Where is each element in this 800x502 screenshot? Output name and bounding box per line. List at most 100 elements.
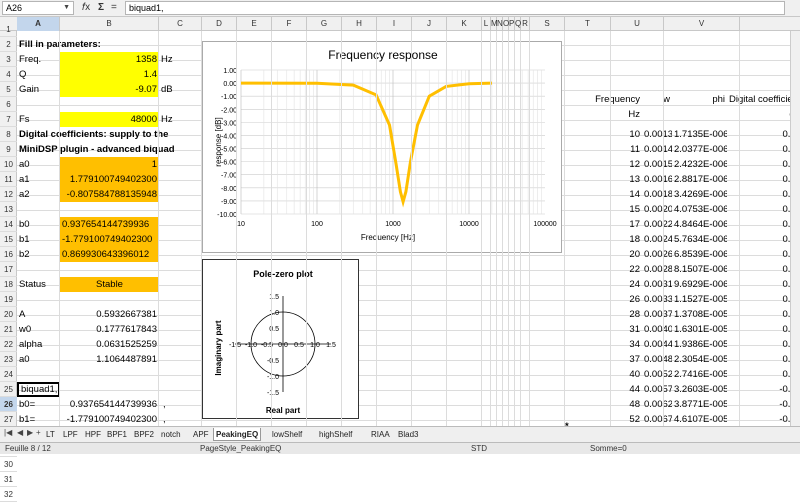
col-header-c[interactable]: C bbox=[159, 17, 202, 31]
table-cell[interactable]: 2.3054E-005 bbox=[672, 352, 727, 367]
row-header-2[interactable]: 2 bbox=[0, 37, 17, 52]
col-header-h[interactable]: H bbox=[342, 17, 377, 31]
table-cell[interactable]: 3.2603E-005 bbox=[672, 382, 727, 397]
a0b-value[interactable]: 1.1064487891 bbox=[60, 352, 159, 367]
row-header-5[interactable]: 5 bbox=[0, 82, 17, 97]
table-cell[interactable]: 0.00679 bbox=[642, 412, 672, 426]
sheet-tab-bpf2[interactable]: BPF2 bbox=[132, 428, 156, 441]
A-value[interactable]: 0.5932667381 bbox=[60, 307, 159, 322]
row-header-21[interactable]: 21 bbox=[0, 322, 17, 337]
row-header-15[interactable]: 15 bbox=[0, 232, 17, 247]
table-cell[interactable]: 2.4232E-006 bbox=[672, 157, 727, 172]
table-cell[interactable]: 0.002019 bbox=[642, 202, 672, 217]
output-value[interactable]: 0.937654144739936 bbox=[60, 397, 159, 412]
table-cell[interactable]: 9.6929E-006 bbox=[672, 277, 727, 292]
table-cell[interactable]: 14 bbox=[558, 187, 642, 202]
table-cell[interactable]: 0.001557 bbox=[642, 157, 672, 172]
row-header-11[interactable]: 11 bbox=[0, 172, 17, 187]
table-cell[interactable]: 0.00571 bbox=[642, 382, 672, 397]
table-cell[interactable]: 44 bbox=[558, 382, 642, 397]
row-header-24[interactable]: 24 bbox=[0, 367, 17, 382]
sheet-tab-lowshelf[interactable]: lowShelf bbox=[270, 428, 304, 441]
table-cell[interactable]: 2.0377E-006 bbox=[672, 142, 727, 157]
b0-value[interactable]: 0.937654144739936 bbox=[60, 217, 159, 232]
table-cell[interactable]: 1.1527E-005 bbox=[672, 292, 727, 307]
table-cell[interactable]: 13 bbox=[558, 172, 642, 187]
first-sheet-icon[interactable]: |◀ bbox=[4, 428, 12, 437]
table-cell[interactable]: 4.6107E-005 bbox=[672, 412, 727, 426]
row-header-27[interactable]: 27 bbox=[0, 412, 17, 427]
table-cell[interactable]: 34 bbox=[558, 337, 642, 352]
add-sheet-icon[interactable]: + bbox=[36, 428, 41, 437]
col-header-u[interactable]: U bbox=[611, 17, 664, 31]
sheet-tab-peakingeq[interactable]: PeakingEQ bbox=[213, 428, 262, 441]
table-cell[interactable]: 4.0753E-006 bbox=[672, 202, 727, 217]
table-cell[interactable]: 2.8817E-006 bbox=[672, 172, 727, 187]
table-cell[interactable]: 6.8539E-006 bbox=[672, 247, 727, 262]
next-sheet-icon[interactable]: ▶ bbox=[27, 428, 33, 437]
table-cell[interactable]: 0.004037 bbox=[642, 322, 672, 337]
active-cell[interactable]: biquad1, bbox=[17, 382, 60, 397]
col-header-i[interactable]: I bbox=[377, 17, 412, 31]
row-header-10[interactable]: 10 bbox=[0, 157, 17, 172]
a1-value[interactable]: 1.779100749402300 bbox=[60, 172, 159, 187]
row-header-19[interactable]: 19 bbox=[0, 292, 17, 307]
sheet-tab-lt[interactable]: LT bbox=[44, 428, 57, 441]
function-wizard-icon[interactable]: 𝑓x bbox=[82, 1, 90, 15]
col-header-l[interactable]: L bbox=[482, 17, 491, 31]
col-header-b[interactable]: B bbox=[60, 17, 159, 31]
pole-zero-chart[interactable]: Pole-zero plot Real part Imaginary part … bbox=[202, 259, 359, 419]
row-header-16[interactable]: 16 bbox=[0, 247, 17, 262]
name-box[interactable]: A26 ▼ bbox=[2, 1, 74, 15]
table-cell[interactable]: 12 bbox=[558, 157, 642, 172]
sheet-tab-bpf1[interactable]: BPF1 bbox=[105, 428, 129, 441]
vertical-scrollbar[interactable] bbox=[790, 31, 800, 426]
a0-value[interactable]: 1 bbox=[60, 157, 159, 172]
row-header-4[interactable]: 4 bbox=[0, 67, 17, 82]
table-cell[interactable]: 48 bbox=[558, 397, 642, 412]
gain-value[interactable]: -9.07 bbox=[60, 82, 159, 97]
row-header-20[interactable]: 20 bbox=[0, 307, 17, 322]
table-cell[interactable]: 24 bbox=[558, 277, 642, 292]
col-header-j[interactable]: J bbox=[412, 17, 447, 31]
row-header-18[interactable]: 18 bbox=[0, 277, 17, 292]
row-header-6[interactable]: 6 bbox=[0, 97, 17, 112]
b1-value[interactable]: -1.779100749402300 bbox=[60, 232, 159, 247]
table-cell[interactable]: 17 bbox=[558, 217, 642, 232]
table-cell[interactable]: 1.6301E-005 bbox=[672, 322, 727, 337]
row-header-17[interactable]: 17 bbox=[0, 262, 17, 277]
fs-value[interactable]: 48000 bbox=[60, 112, 159, 127]
row-header-13[interactable]: 13 bbox=[0, 202, 17, 217]
selection-mode[interactable]: STD bbox=[471, 443, 487, 454]
table-cell[interactable]: 0.001309 bbox=[642, 127, 672, 142]
table-cell[interactable]: 0.001427 bbox=[642, 142, 672, 157]
table-cell[interactable]: 0.002401 bbox=[642, 232, 672, 247]
sheet-tab-blad3[interactable]: Blad3 bbox=[396, 428, 420, 441]
table-cell[interactable]: 18 bbox=[558, 232, 642, 247]
table-cell[interactable]: 11 bbox=[558, 142, 642, 157]
row-header-14[interactable]: 14 bbox=[0, 217, 17, 232]
table-cell[interactable]: 0.006227 bbox=[642, 397, 672, 412]
row-header-32[interactable]: 32 bbox=[0, 487, 17, 502]
table-cell[interactable]: 8.1507E-006 bbox=[672, 262, 727, 277]
row-header-30[interactable]: 30 bbox=[0, 457, 17, 472]
formula-icon[interactable]: = bbox=[111, 1, 117, 15]
col-header-t[interactable]: T bbox=[565, 17, 611, 31]
col-header-k[interactable]: K bbox=[447, 17, 482, 31]
row-header-31[interactable]: 31 bbox=[0, 472, 17, 487]
row-header-8[interactable]: 8 bbox=[0, 127, 17, 142]
table-cell[interactable]: 3.8771E-005 bbox=[672, 397, 727, 412]
table-cell[interactable]: 15 bbox=[558, 202, 642, 217]
sheet-tab-lpf[interactable]: LPF bbox=[61, 428, 80, 441]
table-cell[interactable]: 37 bbox=[558, 352, 642, 367]
table-cell[interactable]: 26 bbox=[558, 292, 642, 307]
sheet-tab-riaa[interactable]: RIAA bbox=[369, 428, 392, 441]
table-cell[interactable]: 0.001698 bbox=[642, 172, 672, 187]
table-cell[interactable]: 0.004403 bbox=[642, 337, 672, 352]
sheet-tab-apf[interactable]: APF bbox=[191, 428, 211, 441]
row-header-9[interactable]: 9 bbox=[0, 142, 17, 157]
sum-icon[interactable]: Σ bbox=[98, 1, 104, 15]
col-header-s[interactable]: S bbox=[530, 17, 565, 31]
col-header-d[interactable]: D bbox=[202, 17, 237, 31]
b2-value[interactable]: 0.869930643396012 bbox=[60, 247, 159, 262]
